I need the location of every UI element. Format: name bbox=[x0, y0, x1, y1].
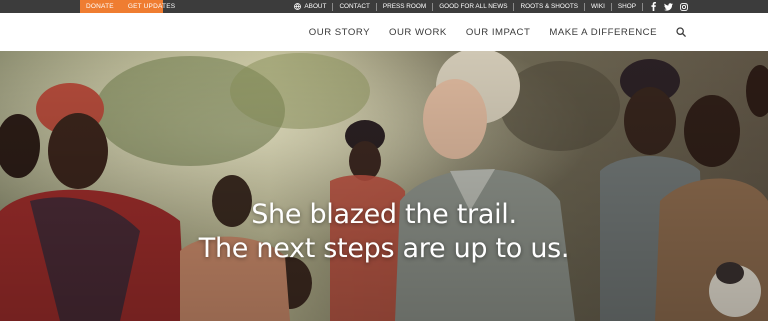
social-links bbox=[649, 2, 688, 11]
facebook-icon[interactable] bbox=[649, 2, 658, 11]
divider bbox=[432, 2, 434, 11]
donate-link[interactable]: DONATE bbox=[86, 3, 114, 10]
utility-links: ABOUT CONTACT PRESS ROOM GOOD FOR ALL NE… bbox=[294, 0, 688, 13]
hero-banner: She blazed the trail. The next steps are… bbox=[0, 51, 768, 321]
utility-cta-group: DONATE GET UPDATES bbox=[80, 0, 175, 13]
util-link-press-room[interactable]: PRESS ROOM bbox=[383, 3, 426, 10]
utility-bar: DONATE GET UPDATES ABOUT CONTACT PRESS R… bbox=[0, 0, 768, 13]
get-updates-link[interactable]: GET UPDATES bbox=[128, 3, 175, 10]
util-link-roots-shoots[interactable]: ROOTS & SHOOTS bbox=[520, 3, 578, 10]
hero-headline: She blazed the trail. The next steps are… bbox=[0, 198, 768, 266]
nav-our-story[interactable]: OUR STORY bbox=[309, 27, 370, 38]
twitter-icon[interactable] bbox=[664, 2, 673, 11]
main-nav: OUR STORY OUR WORK OUR IMPACT MAKE A DIF… bbox=[0, 13, 768, 51]
util-link-good-for-all-news[interactable]: GOOD FOR ALL NEWS bbox=[439, 3, 507, 10]
divider bbox=[610, 2, 612, 11]
main-nav-items: OUR STORY OUR WORK OUR IMPACT MAKE A DIF… bbox=[290, 13, 687, 51]
instagram-icon[interactable] bbox=[679, 2, 688, 11]
divider bbox=[332, 2, 334, 11]
divider bbox=[642, 2, 643, 11]
util-link-shop[interactable]: SHOP bbox=[618, 3, 636, 10]
util-link-contact[interactable]: CONTACT bbox=[339, 3, 369, 10]
search-icon[interactable] bbox=[675, 26, 687, 38]
hero-photo bbox=[0, 51, 768, 321]
nav-our-impact[interactable]: OUR IMPACT bbox=[466, 27, 531, 38]
page-bottom-strip bbox=[0, 321, 768, 328]
hero-headline-line-1: She blazed the trail. bbox=[251, 199, 517, 230]
divider bbox=[513, 2, 515, 11]
util-link-wiki[interactable]: WIKI bbox=[591, 3, 605, 10]
hero-shade bbox=[0, 51, 768, 321]
divider bbox=[584, 2, 586, 11]
util-link-about-label: ABOUT bbox=[304, 3, 327, 10]
util-link-about[interactable]: ABOUT bbox=[294, 3, 326, 10]
nav-our-work[interactable]: OUR WORK bbox=[389, 27, 447, 38]
divider bbox=[375, 2, 377, 11]
globe-icon bbox=[294, 3, 302, 10]
hero-headline-line-2: The next steps are up to us. bbox=[198, 233, 570, 264]
nav-make-a-difference[interactable]: MAKE A DIFFERENCE bbox=[549, 27, 657, 38]
